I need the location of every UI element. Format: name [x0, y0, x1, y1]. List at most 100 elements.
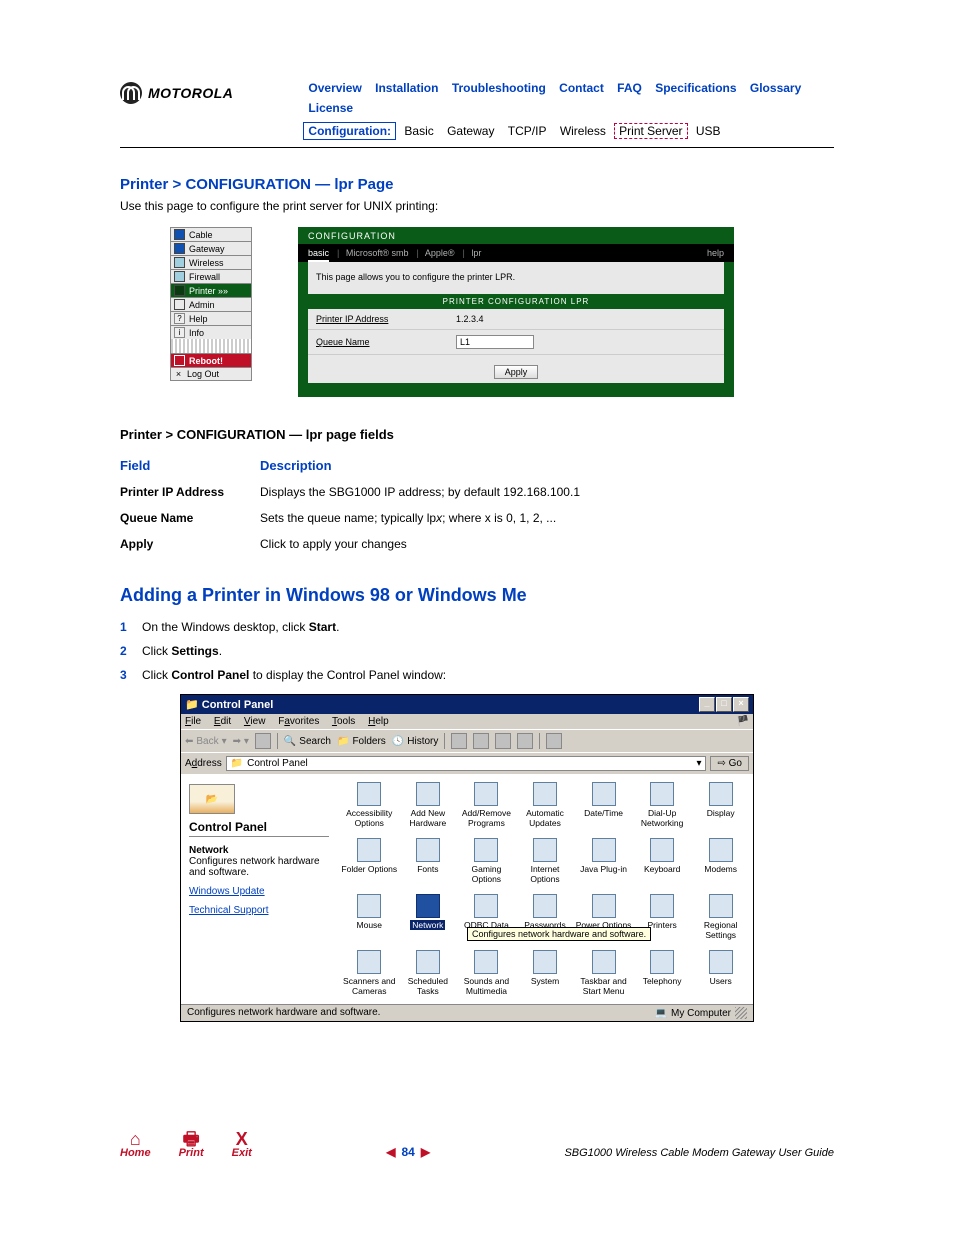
step-1: On the Windows desktop, click Start.	[142, 620, 339, 634]
nav-installation[interactable]: Installation	[375, 81, 438, 95]
toolbar-icon[interactable]	[495, 733, 511, 749]
toolbar-icon[interactable]	[517, 733, 533, 749]
cp-icon-dial-up-networking[interactable]: Dial-Up Networking	[634, 782, 691, 828]
cp-icon-mouse[interactable]: Mouse	[341, 894, 398, 940]
menu-favorites[interactable]: Favorites	[278, 716, 319, 727]
nav-troubleshooting[interactable]: Troubleshooting	[452, 81, 546, 95]
sidebar-item[interactable]: Wireless	[170, 255, 252, 269]
help-link[interactable]: help	[707, 248, 724, 258]
subnav-print-server[interactable]: Print Server	[614, 123, 687, 139]
cp-icon-modems[interactable]: Modems	[692, 838, 749, 884]
maximize-button[interactable]: □	[716, 697, 732, 712]
cp-icon-taskbar-and-start-menu[interactable]: Taskbar and Start Menu	[575, 950, 632, 996]
menu-tools[interactable]: Tools	[332, 716, 355, 727]
cp-icon-telephony[interactable]: Telephony	[634, 950, 691, 996]
sidebar-item[interactable]: Admin	[170, 297, 252, 311]
exit-button[interactable]: XExit	[232, 1131, 252, 1159]
app-icon	[709, 894, 733, 918]
cp-icon-folder-options[interactable]: Folder Options	[341, 838, 398, 884]
menu-view[interactable]: View	[244, 716, 266, 727]
toolbar-icon[interactable]	[451, 733, 467, 749]
next-page-icon[interactable]: ▶	[421, 1145, 430, 1159]
prev-page-icon[interactable]: ◀	[386, 1145, 395, 1159]
cp-icon-system[interactable]: System	[517, 950, 574, 996]
cp-icon-date-time[interactable]: Date/Time	[575, 782, 632, 828]
sidebar-logout[interactable]: ×Log Out	[170, 367, 252, 381]
subnav-gateway[interactable]: Gateway	[447, 124, 494, 138]
cp-icon-accessibility-options[interactable]: Accessibility Options	[341, 782, 398, 828]
sidebar-item[interactable]: iInfo	[170, 325, 252, 339]
go-button[interactable]: ⇨ Go	[710, 756, 749, 771]
th-field: Field	[120, 458, 260, 473]
nav-glossary[interactable]: Glossary	[750, 81, 801, 95]
sidebar-item[interactable]: Gateway	[170, 241, 252, 255]
tab-smb[interactable]: Microsoft® smb	[346, 248, 409, 258]
cp-icon-fonts[interactable]: Fonts	[400, 838, 457, 884]
cp-icon-label: Taskbar and Start Menu	[575, 976, 632, 996]
home-button[interactable]: ⌂Home	[120, 1131, 151, 1159]
cp-icon-sounds-and-multimedia[interactable]: Sounds and Multimedia	[458, 950, 515, 996]
close-button[interactable]: ×	[733, 697, 749, 712]
step-num-2: 2	[120, 644, 142, 658]
cp-icon-keyboard[interactable]: Keyboard	[634, 838, 691, 884]
cp-icon-scanners-and-cameras[interactable]: Scanners and Cameras	[341, 950, 398, 996]
sidebar-item[interactable]: Printer »»	[170, 283, 252, 297]
nav-contact[interactable]: Contact	[559, 81, 604, 95]
nav-license[interactable]: License	[308, 101, 353, 115]
cp-icon-regional-settings[interactable]: Regional Settings	[692, 894, 749, 940]
resize-grip-icon[interactable]	[735, 1007, 747, 1019]
logo-text: MOTOROLA	[148, 85, 233, 101]
apply-button[interactable]: Apply	[494, 365, 539, 379]
history-button[interactable]: 🕓 History	[392, 736, 439, 747]
link-windows-update[interactable]: Windows Update	[189, 886, 329, 897]
up-icon[interactable]	[255, 733, 271, 749]
subnav-tcpip[interactable]: TCP/IP	[508, 124, 547, 138]
input-queue-name[interactable]	[456, 335, 534, 349]
cp-icon-network[interactable]: Network	[400, 894, 457, 940]
statusbar-right: My Computer	[671, 1008, 731, 1019]
window-titlebar: 📁 Control Panel _ □ ×	[181, 695, 753, 714]
search-button[interactable]: 🔍 Search	[284, 736, 331, 747]
cp-icon-display[interactable]: Display	[692, 782, 749, 828]
sidebar-item[interactable]: Cable	[170, 227, 252, 241]
menu-file[interactable]: File	[185, 716, 201, 727]
subnav-wireless[interactable]: Wireless	[560, 124, 606, 138]
cp-icon-java-plug-in[interactable]: Java Plug-in	[575, 838, 632, 884]
folders-button[interactable]: 📁 Folders	[337, 736, 386, 747]
nav-specifications[interactable]: Specifications	[655, 81, 736, 95]
menu-help[interactable]: Help	[368, 716, 389, 727]
cp-icon-gaming-options[interactable]: Gaming Options	[458, 838, 515, 884]
fields-title: Printer > CONFIGURATION — lpr page field…	[120, 427, 834, 442]
tab-apple[interactable]: Apple®	[425, 248, 455, 258]
toolbar-icon[interactable]	[473, 733, 489, 749]
tab-basic[interactable]: basic	[308, 248, 329, 262]
cp-icon-add-new-hardware[interactable]: Add New Hardware	[400, 782, 457, 828]
print-button[interactable]: 🖶Print	[179, 1131, 204, 1159]
minimize-button[interactable]: _	[699, 697, 715, 712]
menu-edit[interactable]: Edit	[214, 716, 231, 727]
app-icon	[357, 838, 381, 862]
cp-icon-add-remove-programs[interactable]: Add/Remove Programs	[458, 782, 515, 828]
sidebar-item[interactable]: ?Help	[170, 311, 252, 325]
cp-icon-scheduled-tasks[interactable]: Scheduled Tasks	[400, 950, 457, 996]
cp-icon-internet-options[interactable]: Internet Options	[517, 838, 574, 884]
sidebar-reboot[interactable]: Reboot!	[170, 353, 252, 367]
views-icon[interactable]	[546, 733, 562, 749]
nav-overview[interactable]: Overview	[308, 81, 361, 95]
back-button[interactable]: ⬅ Back ▾	[185, 736, 227, 747]
cp-icon-automatic-updates[interactable]: Automatic Updates	[517, 782, 574, 828]
address-field[interactable]: 📁Control Panel▾	[226, 756, 707, 771]
nav-faq[interactable]: FAQ	[617, 81, 642, 95]
link-technical-support[interactable]: Technical Support	[189, 905, 329, 916]
chevron-down-icon[interactable]: ▾	[696, 758, 701, 769]
address-label: Address	[185, 758, 222, 769]
tab-lpr[interactable]: lpr	[471, 248, 481, 258]
forward-button[interactable]: ➡ ▾	[233, 736, 249, 747]
cp-sidebar-title: Control Panel	[189, 820, 329, 837]
control-panel-window: 📁 Control Panel _ □ × File Edit View Fav…	[180, 694, 754, 1022]
subnav-basic[interactable]: Basic	[404, 124, 433, 138]
subnav-usb[interactable]: USB	[696, 124, 721, 138]
sidebar-item[interactable]: Firewall	[170, 269, 252, 283]
cp-icon-users[interactable]: Users	[692, 950, 749, 996]
panel-hint: This page allows you to configure the pr…	[308, 262, 724, 294]
